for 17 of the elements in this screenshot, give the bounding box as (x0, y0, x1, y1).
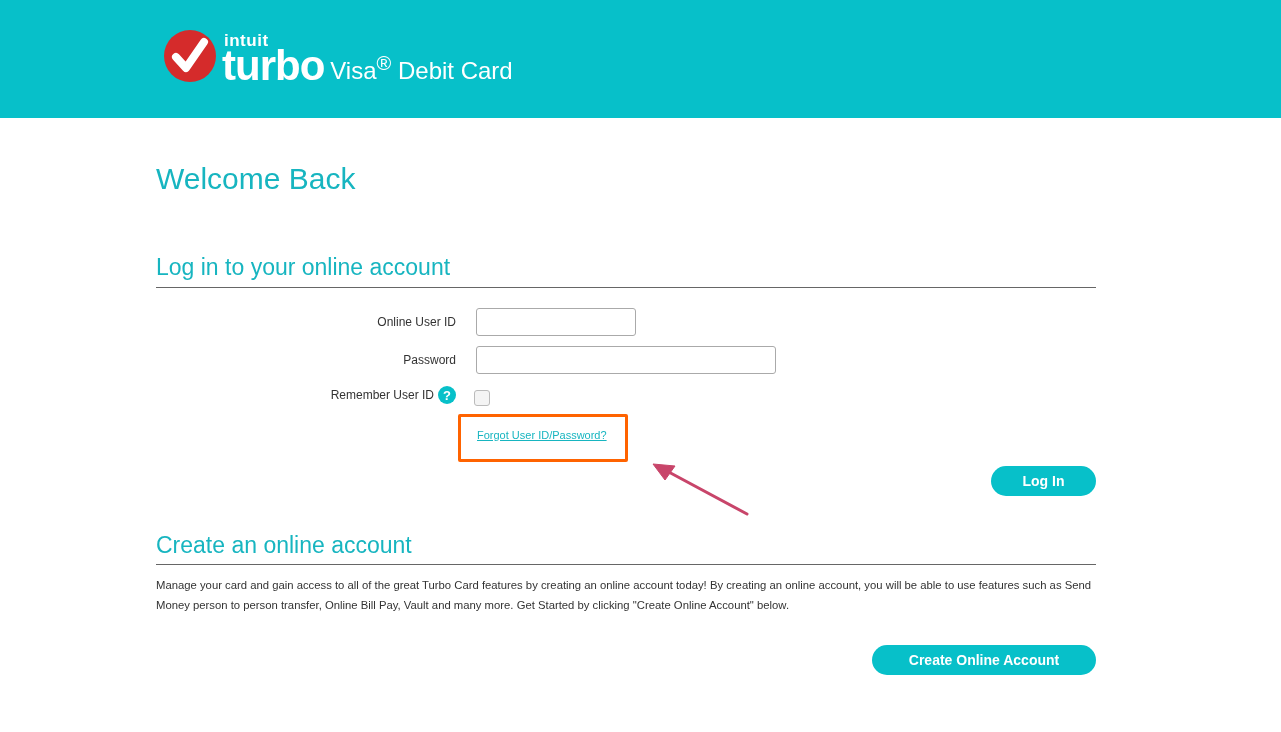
input-field[interactable] (476, 346, 776, 374)
input-field[interactable] (476, 308, 636, 336)
forgot-link[interactable]: Forgot User ID/Password? (477, 429, 607, 441)
description-text: Manage your card and gain access to all of the great Turbo Card features by creating an online account today! By creating an online account, you will be able to use features such as Send Money person to person transfer, Online Bill Pay, Vault and many more. Get Started by clicking "Create Online Account" below. (156, 578, 1093, 613)
checkmark-logo-icon (164, 30, 216, 82)
page-title: Welcome Back (156, 162, 357, 196)
brand-name: intuit (224, 31, 269, 49)
field-label: Online User ID (376, 315, 456, 329)
field-label: Remember User ID (330, 388, 434, 402)
product-name: Visa$^{®}$ Debit Card (330, 51, 513, 85)
section-heading: Log in to your online account (156, 254, 1096, 288)
checkbox[interactable] (474, 390, 490, 406)
login-button[interactable]: Log In (991, 466, 1096, 496)
create-account-button[interactable]: Create Online Account (872, 645, 1096, 675)
field-label: Password (402, 353, 456, 367)
help-icon[interactable]: ? (438, 386, 456, 404)
section-heading: Create an online account (156, 532, 1096, 565)
